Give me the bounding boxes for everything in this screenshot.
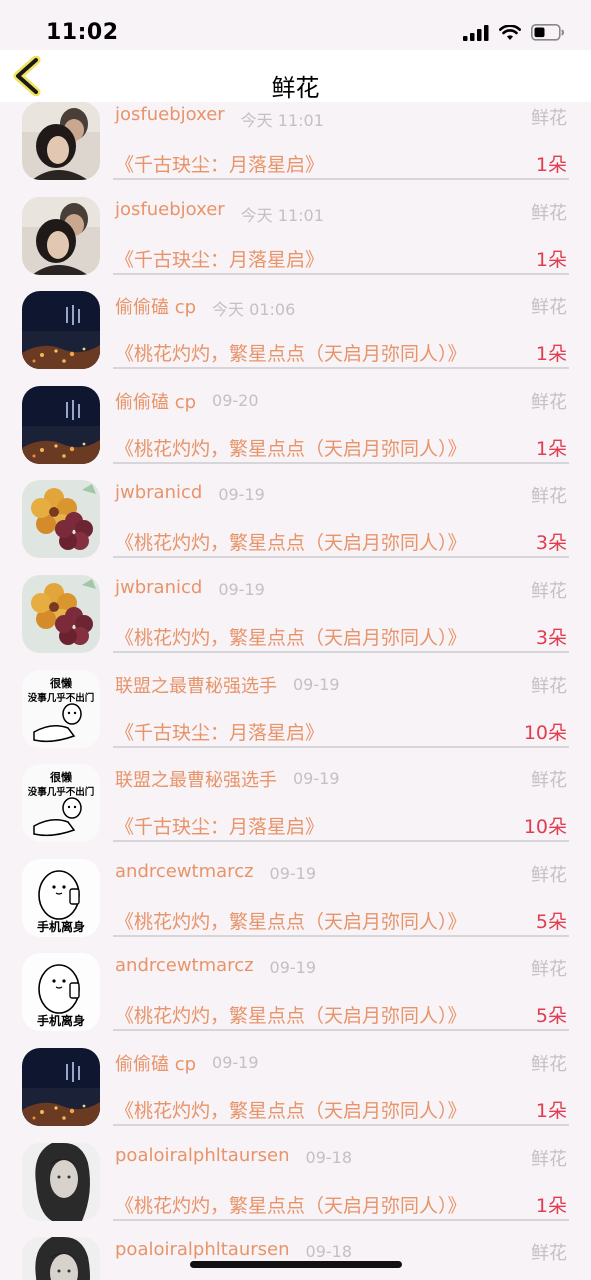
timestamp: 09-20	[212, 390, 259, 410]
gift-record-list[interactable]: josfuebjoxer 今天 11:01 鲜花 《千古玦尘：月落星启》 1朵 josfu…	[0, 102, 591, 1280]
list-item[interactable]: 偷偷磕 cp 09-20 鲜花 《桃花灼灼，繁星点点（天启月弥同人）》 1朵	[0, 358, 591, 464]
status-icons	[463, 24, 565, 41]
username[interactable]: 偷偷磕 cp	[115, 293, 196, 319]
nav-bar: 鲜花	[0, 50, 591, 102]
gift-type-label: 鲜花	[531, 864, 567, 886]
list-item[interactable]: jwbranicd 09-19 鲜花 《桃花灼灼，繁星点点（天启月弥同人）》 3朵	[0, 452, 591, 559]
gift-type-label: 鲜花	[531, 202, 567, 224]
list-item[interactable]: jwbranicd 09-19 鲜花 《桃花灼灼，繁星点点（天启月弥同人）》 3朵	[0, 547, 591, 653]
list-item[interactable]: 手机离身 andrcewtmarcz 09-19 鲜花 《桃花灼灼，繁星点点（天启月弥同…	[0, 925, 591, 1032]
avatar-caption-1: 很懒	[49, 676, 72, 690]
wifi-icon	[499, 24, 521, 40]
list-item[interactable]: josfuebjoxer 今天 11:01 鲜花 《千古玦尘：月落星启》 1朵	[0, 102, 591, 180]
gift-type-label: 鲜花	[531, 675, 567, 697]
timestamp: 09-19	[218, 485, 265, 505]
timestamp: 09-19	[293, 769, 340, 789]
timestamp: 09-19	[269, 863, 317, 883]
list-item[interactable]: 手机离身 andrcewtmarcz 09-19 鲜花 《桃花灼灼，繁星点点（天启月弥同…	[0, 831, 591, 937]
avatar-caption-1: 很懒	[49, 770, 72, 784]
timestamp: 今天 11:01	[240, 205, 324, 225]
username[interactable]: 联盟之最曹秘强选手	[115, 766, 277, 792]
username[interactable]: jwbranicd	[115, 577, 202, 598]
list-item[interactable]: 很懒 没事几乎不出门 联盟之最曹秘强选手 09-19 鲜花 《千古玦尘：月落星启》 10朵	[0, 642, 591, 748]
list-item[interactable]: josfuebjoxer 今天 11:01 鲜花 《千古玦尘：月落星启》 1朵	[0, 169, 591, 275]
avatar-caption-2: 没事几乎不出门	[28, 692, 95, 704]
gift-type-label: 鲜花	[531, 486, 567, 508]
username[interactable]: andrcewtmarcz	[115, 861, 254, 882]
timestamp: 09-19	[212, 1052, 259, 1072]
status-bar: 11:02	[0, 0, 591, 50]
gift-type-label: 鲜花	[531, 580, 567, 602]
signal-icon	[463, 24, 489, 41]
timestamp: 09-19	[218, 579, 265, 599]
username[interactable]: 联盟之最曹秘强选手	[115, 672, 277, 698]
gift-type-label: 鲜花	[531, 1148, 567, 1170]
timestamp: 09-19	[269, 958, 317, 978]
username[interactable]: andrcewtmarcz	[115, 955, 254, 976]
battery-icon	[531, 24, 564, 41]
avatar[interactable]	[22, 1237, 100, 1280]
gift-type-label: 鲜花	[531, 1243, 567, 1265]
username[interactable]: poaloiralphltaursen	[115, 1239, 290, 1260]
username[interactable]: 偷偷磕 cp	[115, 1050, 196, 1076]
timestamp: 09-18	[305, 1242, 353, 1262]
username[interactable]: poaloiralphltaursen	[115, 1145, 290, 1166]
timestamp: 今天 11:01	[240, 111, 324, 130]
timestamp: 09-18	[305, 1147, 353, 1167]
avatar-caption-2: 没事几乎不出门	[28, 786, 95, 798]
username[interactable]: 偷偷磕 cp	[115, 388, 196, 414]
list-item[interactable]: 偷偷磕 cp 09-19 鲜花 《桃花灼灼，繁星点点（天启月弥同人）》 1朵	[0, 1020, 591, 1126]
gift-type-label: 鲜花	[531, 770, 567, 792]
username[interactable]: josfuebjoxer	[115, 199, 225, 220]
username[interactable]: jwbranicd	[115, 482, 202, 503]
list-item[interactable]: poaloiralphltaursen 09-18 鲜花	[0, 1209, 591, 1280]
list-item[interactable]: 偷偷磕 cp 今天 01:06 鲜花 《桃花灼灼，繁星点点（天启月弥同人）》 1朵	[0, 263, 591, 370]
page-title: 鲜花	[271, 74, 320, 102]
status-time: 11:02	[46, 20, 119, 45]
gift-type-label: 鲜花	[531, 108, 567, 129]
gift-type-label: 鲜花	[531, 391, 567, 413]
home-indicator	[190, 1261, 402, 1268]
gift-type-label: 鲜花	[531, 1053, 567, 1075]
timestamp: 09-19	[293, 674, 340, 694]
list-item[interactable]: 很懒 没事几乎不出门 联盟之最曹秘强选手 09-19 鲜花 《千古玦尘：月落星启》 10朵	[0, 736, 591, 843]
gift-type-label: 鲜花	[531, 297, 567, 319]
username[interactable]: josfuebjoxer	[115, 104, 225, 125]
list-item[interactable]: poaloiralphltaursen 09-18 鲜花 《桃花灼灼，繁星点点（天启月…	[0, 1115, 591, 1221]
gift-type-label: 鲜花	[531, 959, 567, 981]
timestamp: 今天 01:06	[212, 300, 296, 320]
